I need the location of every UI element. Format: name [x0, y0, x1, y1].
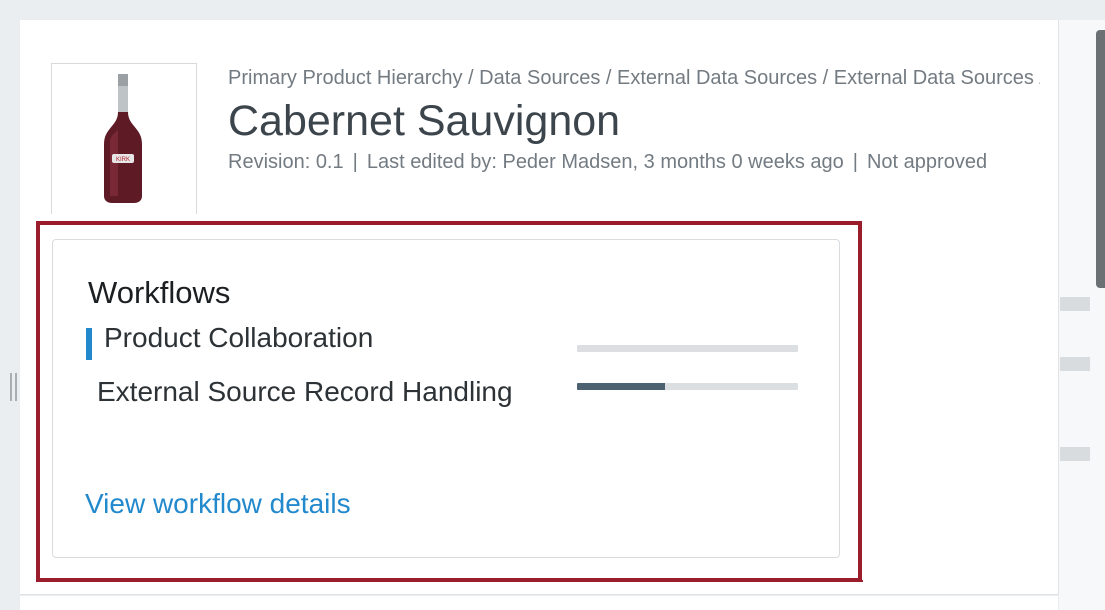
approval-status: Not approved — [866, 151, 988, 173]
workflow-progress-bar — [577, 383, 798, 390]
product-header: Primary Product Hierarchy / Data Sources… — [228, 64, 1040, 176]
breadcrumb[interactable]: Primary Product Hierarchy / Data Sources… — [228, 64, 1040, 92]
view-workflow-details-link[interactable]: View workflow details — [85, 488, 351, 520]
workflow-label: Product Collaboration — [104, 322, 374, 353]
separator: | — [852, 151, 858, 173]
workflows-title: Workflows — [88, 275, 231, 310]
separator: | — [352, 151, 358, 173]
panel-resize-handle[interactable] — [8, 372, 18, 402]
page-title: Cabernet Sauvignon — [228, 97, 621, 145]
product-thumbnail[interactable]: KIRK — [51, 63, 197, 214]
selected-indicator — [86, 328, 92, 360]
bottle-cap — [118, 74, 128, 86]
side-panel-item[interactable] — [1060, 297, 1090, 311]
grip-line — [9, 373, 12, 401]
progress-fill — [577, 383, 666, 390]
revision-info: Revision: 0.1 | Last edited by: Peder Mads… — [228, 148, 1040, 176]
bottle-label-text: KIRK — [116, 157, 130, 163]
next-section-edge — [20, 596, 1058, 610]
workflows-card: Workflows Product Collaboration External… — [52, 239, 840, 558]
last-edited-text: Last edited by: Peder Madsen, 3 months 0… — [366, 151, 844, 173]
grip-line — [14, 373, 17, 401]
workflow-label: External Source Record Handling — [97, 376, 513, 407]
bottle-neck — [118, 86, 128, 112]
revision-text: Revision: 0.1 — [228, 151, 344, 173]
vertical-scrollbar-thumb[interactable] — [1096, 30, 1105, 288]
workflow-progress-bar — [577, 345, 798, 352]
highlight-underline — [38, 580, 863, 582]
side-panel-item[interactable] — [1060, 357, 1090, 371]
side-panel-item[interactable] — [1060, 447, 1090, 461]
wine-bottle-image: KIRK — [104, 74, 142, 203]
